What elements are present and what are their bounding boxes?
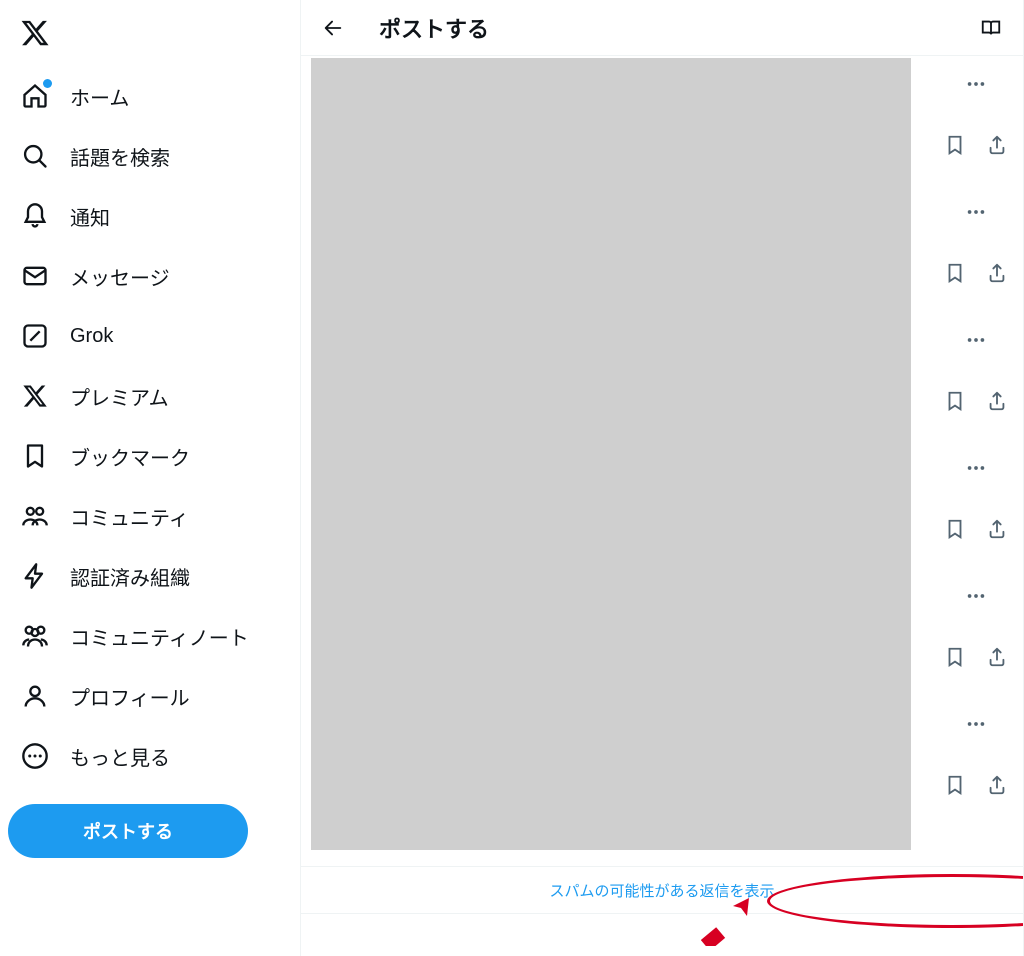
bookmark-icon xyxy=(20,441,50,471)
lightning-icon xyxy=(20,561,50,591)
nav-item-label: ホーム xyxy=(70,82,129,111)
share-icon xyxy=(986,134,1008,156)
nav-item-bookmarks[interactable]: ブックマーク xyxy=(8,426,292,486)
ellipsis-icon xyxy=(965,329,987,351)
media-placeholder xyxy=(311,58,911,850)
bookmark-button[interactable] xyxy=(942,644,968,670)
share-button[interactable] xyxy=(984,772,1010,798)
book-open-icon xyxy=(980,17,1002,39)
nav-item-label: メッセージ xyxy=(70,262,170,291)
sidebar: ホーム 話題を検索 通知 メッセージ Grok xyxy=(0,0,300,956)
more-options-button[interactable] xyxy=(958,578,994,614)
more-options-button[interactable] xyxy=(958,194,994,230)
nav-item-verified-orgs[interactable]: 認証済み組織 xyxy=(8,546,292,606)
nav-item-more[interactable]: もっと見る xyxy=(8,726,292,786)
nav-item-home[interactable]: ホーム xyxy=(8,66,292,126)
share-icon xyxy=(986,646,1008,668)
bookmark-icon xyxy=(944,646,966,668)
bookmark-button[interactable] xyxy=(942,388,968,414)
nav-item-explore[interactable]: 話題を検索 xyxy=(8,126,292,186)
x-icon xyxy=(20,381,50,411)
more-circle-icon xyxy=(20,741,50,771)
bookmark-icon xyxy=(944,774,966,796)
share-icon xyxy=(986,774,1008,796)
nav-item-grok[interactable]: Grok xyxy=(8,306,292,366)
more-options-button[interactable] xyxy=(958,322,994,358)
arrow-left-icon xyxy=(322,17,344,39)
bookmark-icon xyxy=(944,518,966,540)
share-button[interactable] xyxy=(984,644,1010,670)
community-notes-icon xyxy=(20,621,50,651)
main-column: ポストする xyxy=(300,0,1024,956)
nav-item-label: Grok xyxy=(70,325,113,348)
mail-icon xyxy=(20,261,50,291)
bookmark-button[interactable] xyxy=(942,516,968,542)
bookmark-button[interactable] xyxy=(942,772,968,798)
nav-item-label: プロフィール xyxy=(70,682,190,711)
ellipsis-icon xyxy=(965,73,987,95)
share-icon xyxy=(986,518,1008,540)
show-spam-replies-link[interactable]: スパムの可能性がある返信を表示 xyxy=(549,880,774,901)
nav-list: ホーム 話題を検索 通知 メッセージ Grok xyxy=(8,66,292,786)
nav-item-label: 通知 xyxy=(70,202,110,231)
nav-item-messages[interactable]: メッセージ xyxy=(8,246,292,306)
nav-item-label: もっと見る xyxy=(70,742,170,771)
top-bar: ポストする xyxy=(301,0,1023,56)
share-button[interactable] xyxy=(984,260,1010,286)
notify-dot xyxy=(43,79,52,88)
nav-item-label: プレミアム xyxy=(70,382,169,411)
x-logo[interactable] xyxy=(8,6,62,60)
ellipsis-icon xyxy=(965,201,987,223)
bookmark-icon xyxy=(944,262,966,284)
x-icon xyxy=(20,18,50,48)
compose-post-button[interactable]: ポストする xyxy=(8,804,248,858)
reader-mode-button[interactable] xyxy=(973,10,1009,46)
ellipsis-icon xyxy=(965,713,987,735)
share-icon xyxy=(986,262,1008,284)
nav-item-community-notes[interactable]: コミュニティノート xyxy=(8,606,292,666)
post-actions-column xyxy=(941,56,1011,798)
nav-item-profile[interactable]: プロフィール xyxy=(8,666,292,726)
bell-icon xyxy=(20,201,50,231)
more-options-button[interactable] xyxy=(958,66,994,102)
share-button[interactable] xyxy=(984,516,1010,542)
page-title: ポストする xyxy=(379,12,945,44)
ellipsis-icon xyxy=(965,457,987,479)
nav-item-label: 認証済み組織 xyxy=(70,562,190,591)
nav-item-label: コミュニティノート xyxy=(70,622,249,651)
communities-icon xyxy=(20,501,50,531)
back-button[interactable] xyxy=(315,10,351,46)
more-options-button[interactable] xyxy=(958,450,994,486)
show-spam-replies-banner[interactable]: スパムの可能性がある返信を表示 xyxy=(301,866,1023,914)
share-icon xyxy=(986,390,1008,412)
nav-item-communities[interactable]: コミュニティ xyxy=(8,486,292,546)
home-icon xyxy=(20,81,50,111)
nav-item-label: 話題を検索 xyxy=(70,142,170,171)
content-area: スパムの可能性がある返信を表示 xyxy=(301,56,1023,956)
bookmark-button[interactable] xyxy=(942,260,968,286)
more-options-button[interactable] xyxy=(958,706,994,742)
nav-item-label: ブックマーク xyxy=(70,442,190,471)
grok-icon xyxy=(20,321,50,351)
share-button[interactable] xyxy=(984,388,1010,414)
bookmark-button[interactable] xyxy=(942,132,968,158)
person-icon xyxy=(20,681,50,711)
share-button[interactable] xyxy=(984,132,1010,158)
nav-item-premium[interactable]: プレミアム xyxy=(8,366,292,426)
bookmark-icon xyxy=(944,134,966,156)
nav-item-notifications[interactable]: 通知 xyxy=(8,186,292,246)
nav-item-label: コミュニティ xyxy=(70,502,189,531)
search-icon xyxy=(20,141,50,171)
bookmark-icon xyxy=(944,390,966,412)
ellipsis-icon xyxy=(965,585,987,607)
